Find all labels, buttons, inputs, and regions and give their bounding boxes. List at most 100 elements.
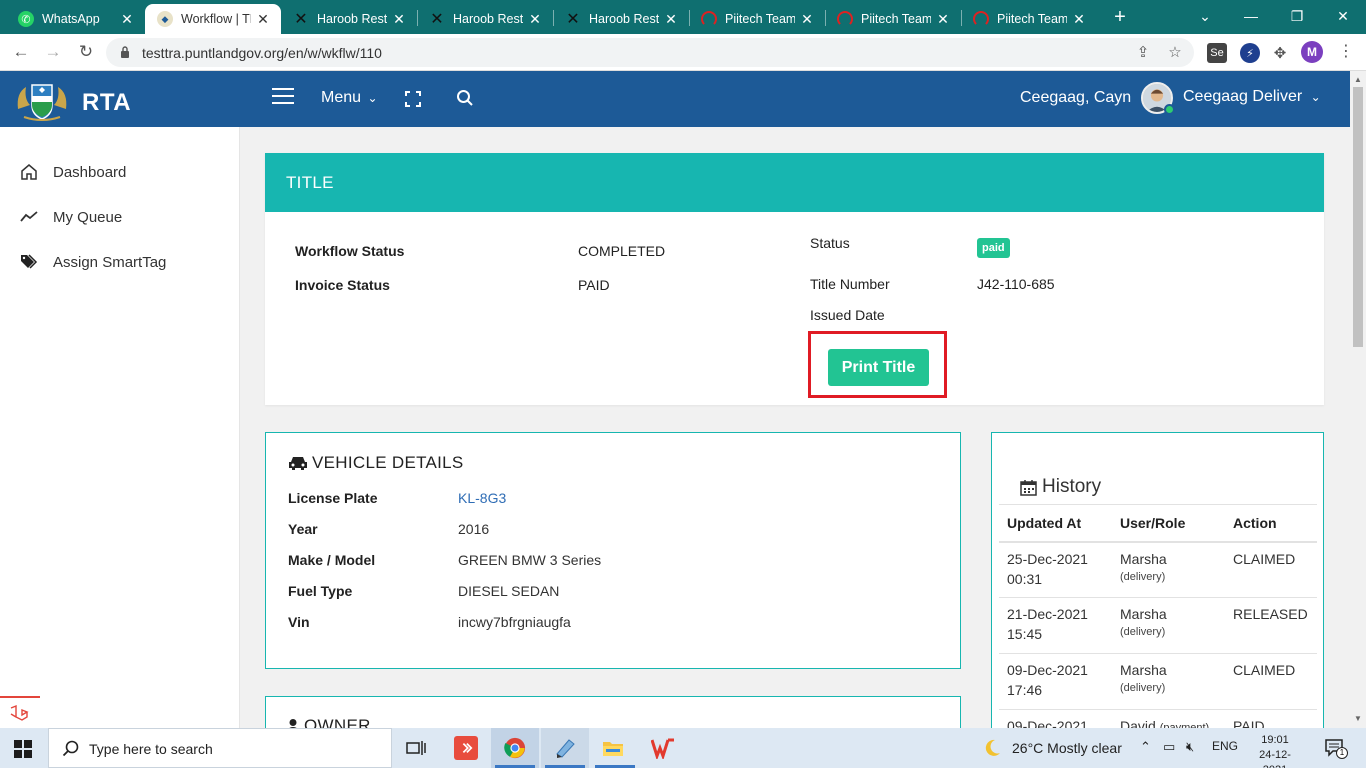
- action-cell: RELEASED: [1225, 597, 1317, 654]
- tray-chevron-up-icon[interactable]: ⌃: [1140, 739, 1151, 755]
- forward-button[interactable]: →: [41, 40, 65, 64]
- clock-time: 19:01: [1261, 734, 1289, 746]
- browser-menu-icon[interactable]: ⋮: [1338, 42, 1354, 62]
- column-header: User/Role: [1112, 504, 1225, 543]
- taskbar-clock[interactable]: 19:01 24-12-2021: [1248, 733, 1302, 768]
- language-indicator[interactable]: ENG: [1212, 739, 1238, 753]
- debugbar-toggle[interactable]: [0, 696, 40, 728]
- back-button[interactable]: ←: [9, 40, 33, 64]
- omnibox[interactable]: testtra.puntlandgov.org/en/w/wkflw/110 ⇪…: [106, 38, 1194, 67]
- license-plate-label: License Plate: [288, 490, 378, 506]
- role-text: (delivery): [1120, 626, 1166, 638]
- time-text: 15:45: [1007, 626, 1043, 642]
- lock-icon: [121, 46, 129, 58]
- bookmark-star-icon[interactable]: ☆: [1165, 43, 1185, 63]
- volume-muted-icon[interactable]: 🔇︎: [1186, 739, 1194, 755]
- status-label: Status: [810, 235, 850, 251]
- user-name: Ceegaag, Cayn: [1020, 89, 1132, 106]
- make-model-label: Make / Model: [288, 552, 376, 568]
- scroll-down-arrow-icon[interactable]: ▼: [1354, 714, 1362, 723]
- tab-haroob-2[interactable]: ✕ Haroob Resta ✕: [417, 4, 553, 34]
- tab-label: Piitech Teams: [861, 12, 931, 26]
- anydesk-app-icon[interactable]: [454, 736, 478, 760]
- tab-haroob-1[interactable]: ✕ Haroob Resta ✕: [281, 4, 417, 34]
- print-title-button[interactable]: Print Title: [828, 349, 929, 386]
- minimize-button[interactable]: —: [1228, 4, 1274, 28]
- sidebar: Dashboard My Queue Assign SmartTag: [0, 127, 240, 728]
- fullscreen-icon[interactable]: [404, 90, 422, 108]
- page-scrollbar[interactable]: ▲ ▼: [1350, 71, 1366, 728]
- close-tab-icon[interactable]: ✕: [527, 11, 543, 28]
- year-value: 2016: [458, 521, 490, 537]
- extensions-puzzle-icon[interactable]: ✥: [1270, 43, 1290, 63]
- trend-icon: [20, 211, 38, 222]
- tab-label: Piitech Teams: [725, 12, 795, 26]
- tab-piitech-1[interactable]: Piitech Teams ✕: [689, 4, 825, 34]
- vehicle-details-card: VEHICLE DETAILS License Plate KL-8G3 Yea…: [265, 432, 961, 669]
- calendar-icon: [1020, 479, 1037, 496]
- x-logo-icon: ✕: [430, 11, 444, 28]
- tab-piitech-2[interactable]: Piitech Teams ✕: [825, 4, 961, 34]
- sidebar-item-my-queue[interactable]: My Queue: [20, 205, 122, 229]
- profile-avatar[interactable]: M: [1301, 41, 1323, 63]
- tab-label: Haroob Resta: [589, 12, 659, 26]
- search-icon[interactable]: [456, 89, 474, 107]
- restore-button[interactable]: ❐: [1274, 4, 1320, 28]
- role-text: (delivery): [1120, 682, 1166, 694]
- sidebar-item-assign-smarttag[interactable]: Assign SmartTag: [20, 250, 166, 274]
- close-tab-icon[interactable]: ✕: [935, 11, 951, 28]
- sidebar-item-label: My Queue: [53, 208, 123, 226]
- issued-date-label: Issued Date: [810, 307, 885, 323]
- tab-search-chevron-icon[interactable]: ⌄: [1182, 4, 1228, 28]
- selenium-extension-icon[interactable]: Se: [1207, 43, 1227, 63]
- taskbar-search-box[interactable]: Type here to search: [48, 728, 392, 768]
- close-tab-icon[interactable]: ✕: [391, 11, 407, 28]
- close-tab-icon[interactable]: ✕: [119, 11, 135, 28]
- user-role-dropdown[interactable]: Ceegaag Deliver ⌄: [1183, 88, 1321, 106]
- table-row: 25-Dec-2021 00:31 Marsha (delivery) CLAIME…: [999, 541, 1317, 598]
- tags-icon: [21, 254, 38, 269]
- menu-dropdown[interactable]: Menu ⌄: [321, 89, 378, 107]
- x-logo-icon: ✕: [566, 11, 580, 28]
- close-tab-icon[interactable]: ✕: [255, 11, 271, 28]
- new-tab-button[interactable]: +: [1110, 6, 1130, 28]
- history-card: History Updated At User/Role Action 25-D…: [991, 432, 1324, 732]
- license-plate-link[interactable]: KL-8G3: [458, 490, 506, 506]
- brand-name: RTA: [82, 89, 132, 116]
- wps-office-icon[interactable]: [651, 736, 675, 760]
- reload-button[interactable]: ↻: [74, 40, 98, 64]
- search-icon: [62, 740, 79, 757]
- close-tab-icon[interactable]: ✕: [663, 11, 679, 28]
- close-tab-icon[interactable]: ✕: [1071, 11, 1087, 28]
- scrollbar-thumb[interactable]: [1353, 87, 1363, 347]
- weather-widget[interactable]: 26°C Mostly clear: [982, 738, 1122, 758]
- user-text: Marsha: [1120, 662, 1167, 678]
- tab-workflow[interactable]: ◆ Workflow | TR ✕: [145, 4, 281, 34]
- task-view-icon[interactable]: [404, 736, 428, 760]
- history-title: History: [1042, 476, 1102, 497]
- bolt-extension-icon[interactable]: ⚡: [1240, 43, 1260, 63]
- tab-haroob-3[interactable]: ✕ Haroob Resta ✕: [553, 4, 689, 34]
- browser-tab-strip: ✆ WhatsApp ✕ ◆ Workflow | TR ✕ ✕ Haroob …: [0, 0, 1366, 34]
- taskbar-search-placeholder: Type here to search: [89, 741, 213, 757]
- notepad-app-icon[interactable]: [553, 736, 577, 760]
- file-explorer-icon[interactable]: [601, 736, 625, 760]
- menu-label: Menu: [321, 89, 362, 106]
- notification-center-icon[interactable]: 1: [1325, 739, 1348, 759]
- user-role-cell: Marsha (delivery): [1112, 653, 1225, 710]
- close-tab-icon[interactable]: ✕: [799, 11, 815, 28]
- hamburger-menu-icon[interactable]: [272, 88, 294, 106]
- vehicle-details-title: VEHICLE DETAILS: [312, 453, 464, 472]
- tab-piitech-3[interactable]: Piitech Teams ✕: [961, 4, 1097, 34]
- battery-icon[interactable]: ▭: [1163, 739, 1175, 755]
- updated-at-cell: 09-Dec-2021 17:46: [999, 653, 1112, 710]
- share-icon[interactable]: ⇪: [1133, 43, 1153, 63]
- url-text: testtra.puntlandgov.org/en/w/wkflw/110: [142, 45, 382, 61]
- chrome-app-icon[interactable]: [503, 736, 527, 760]
- scroll-up-arrow-icon[interactable]: ▲: [1354, 75, 1362, 84]
- windows-start-icon[interactable]: [14, 740, 32, 758]
- sidebar-item-dashboard[interactable]: Dashboard: [20, 160, 126, 184]
- tab-label: Piitech Teams: [997, 12, 1067, 26]
- tab-whatsapp[interactable]: ✆ WhatsApp ✕: [0, 4, 145, 34]
- close-window-button[interactable]: ✕: [1320, 4, 1366, 28]
